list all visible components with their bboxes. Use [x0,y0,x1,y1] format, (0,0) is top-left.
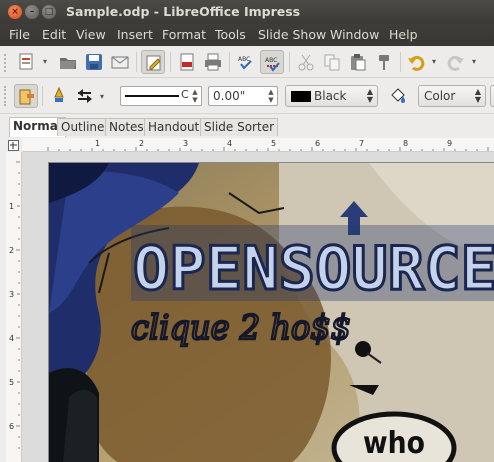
graffiti-circle-text: who [363,426,425,461]
vertical-ruler-ticks [16,161,20,449]
line-and-filling-toolbar: ▾ C ▲ ▼ 0.00" ▲ ▼ Black ▲ ▼ Color ▲ ▼ [0,78,494,114]
spellcheck-icon[interactable]: ABC [234,50,258,74]
line-color-label: Black [314,89,347,103]
open-folder-icon[interactable] [56,50,80,74]
line-style-spinner-icon[interactable]: ▲ ▼ [190,88,200,104]
line-color-swatch [291,91,311,102]
redo-icon[interactable] [444,50,468,74]
vertical-ruler[interactable]: 1 2 3 4 5 6 [6,152,22,462]
h-ruler-label: 3 [183,139,189,148]
graffiti-script-text: clique 2 ho$$ [131,308,351,348]
undo-icon[interactable] [404,50,428,74]
v-ruler-label: 1 [9,202,15,211]
email-document-icon[interactable] [108,50,132,74]
horizontal-ruler-ticks [47,147,489,151]
area-fill-select[interactable] [490,85,494,107]
slide-workspace[interactable]: OPENSOURCE clique 2 ho$$ who [22,152,494,462]
redo-dropdown-chevron-icon[interactable]: ▾ [472,58,480,66]
minimize-window-button[interactable]: – [25,5,39,19]
menu-view[interactable]: View [76,27,106,42]
menu-slide-show[interactable]: Slide Show [258,27,326,42]
toolbar-separator [42,86,43,106]
tab-outline[interactable]: Outline [57,118,109,136]
line-width-value: 0.00" [213,89,246,103]
auto-spellcheck-icon[interactable]: ABC [260,50,284,74]
line-style-select[interactable]: C ▲ ▼ [120,86,202,106]
menu-window[interactable]: Window [330,27,379,42]
toolbar-grip[interactable] [4,86,8,106]
h-ruler-label: 5 [271,139,277,148]
toolbar-separator [289,52,290,72]
line-style-preview [125,95,179,97]
toolbar-separator [229,52,230,72]
line-width-input[interactable]: 0.00" ▲ ▼ [208,86,278,106]
undo-dropdown-chevron-icon[interactable]: ▾ [432,58,440,66]
v-ruler-label: 3 [9,290,15,299]
view-tabs: Normal Outline Notes Handout Slide Sorte… [0,114,494,138]
menu-bar: File Edit View Insert Format Tools Slide… [0,24,494,46]
menu-format[interactable]: Format [162,27,206,42]
close-window-button[interactable]: × [8,5,22,19]
h-ruler-label: 9 [447,139,453,148]
libreoffice-impress-window: × – □ Sample.odp - LibreOffice Impress F… [0,0,494,462]
line-color-chevron-icon: ▲ ▼ [366,87,373,104]
toolbar-separator [136,52,137,72]
v-ruler-label: 5 [9,378,15,387]
slide-canvas[interactable]: OPENSOURCE clique 2 ho$$ who [48,162,494,462]
h-ruler-label: 7 [359,139,365,148]
toolbar-grip[interactable] [4,54,8,72]
menu-file[interactable]: File [9,27,30,42]
copy-icon[interactable] [320,50,344,74]
arrow-style-icon[interactable] [73,84,97,108]
svg-text:ABC: ABC [265,57,277,64]
toolbar-separator [400,52,401,72]
h-ruler-label: 8 [403,139,409,148]
h-ruler-label: 2 [139,139,145,148]
graffiti-photo-image[interactable]: OPENSOURCE clique 2 ho$$ who [49,163,494,462]
area-style-select[interactable]: Color ▲ ▼ [418,85,486,107]
v-ruler-label: 6 [9,422,15,431]
ruler-corner-tab-selector[interactable] [8,140,19,151]
menu-edit[interactable]: Edit [42,27,66,42]
standard-toolbar: ▾ ABC ABC ▾ ▾ [0,46,494,78]
menu-help[interactable]: Help [389,27,418,42]
new-dropdown-chevron-icon[interactable]: ▾ [43,58,51,66]
new-document-icon[interactable] [14,50,38,74]
save-icon[interactable] [82,50,106,74]
line-icon[interactable] [47,84,71,108]
toolbar-separator [170,52,171,72]
menu-insert[interactable]: Insert [117,27,153,42]
h-ruler-label: 1 [95,139,101,148]
h-ruler-label: 4 [227,139,233,148]
line-color-select[interactable]: Black ▲ ▼ [285,85,378,107]
area-fill-bucket-icon[interactable] [386,84,410,108]
graffiti-main-text: OPENSOURCE [133,234,494,304]
clone-formatting-icon[interactable] [372,50,396,74]
line-width-spinner-icon[interactable]: ▲ ▼ [266,88,276,104]
svg-text:ABC: ABC [238,56,250,63]
v-ruler-label: 2 [9,246,15,255]
tab-slide-sorter[interactable]: Slide Sorter [200,118,279,136]
title-bar: × – □ Sample.odp - LibreOffice Impress [0,0,494,24]
arrow-style-dropdown-chevron-icon[interactable]: ▾ [100,93,108,101]
menu-tools[interactable]: Tools [215,27,246,42]
area-style-chevron-icon: ▲ ▼ [474,87,481,104]
tab-notes[interactable]: Notes [105,118,148,136]
export-pdf-icon[interactable] [175,50,199,74]
window-title: Sample.odp - LibreOffice Impress [66,4,301,19]
glue-points-icon[interactable] [14,84,38,108]
cut-icon[interactable] [294,50,318,74]
edit-file-icon[interactable] [141,50,165,74]
area-style-label: Color [424,89,456,103]
h-ruler-label: 6 [315,139,321,148]
paste-icon[interactable] [346,50,370,74]
maximize-window-button[interactable]: □ [42,5,56,19]
line-style-value-cap: C [181,88,189,101]
tab-handout[interactable]: Handout [144,118,204,136]
v-ruler-label: 4 [9,334,15,343]
print-icon[interactable] [201,50,225,74]
horizontal-ruler[interactable]: 1 2 3 4 5 6 7 8 9 [22,138,494,152]
